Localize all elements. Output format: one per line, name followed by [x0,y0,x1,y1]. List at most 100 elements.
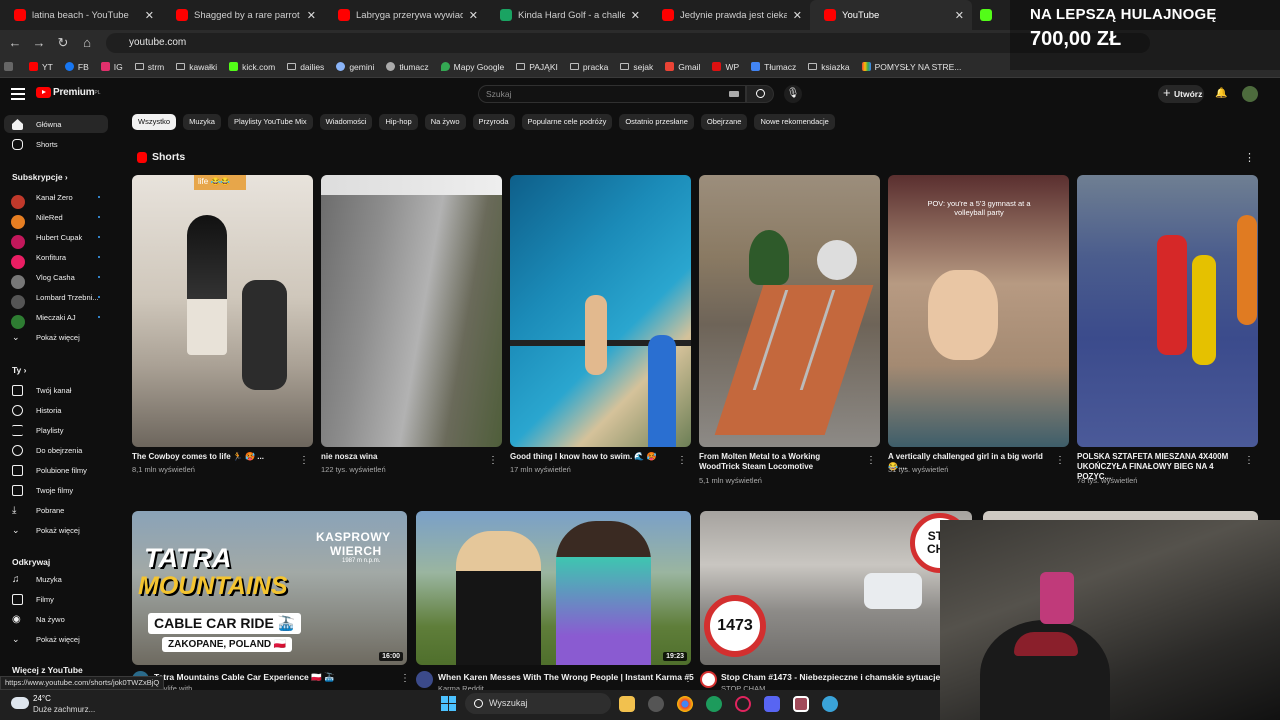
browser-icon[interactable] [706,696,722,712]
chip[interactable]: Wiadomości [319,114,373,130]
url-field[interactable]: youtube.com [106,33,1150,53]
weather-desc[interactable]: Duże zachmurz... [33,705,95,714]
bookmark-translate[interactable]: Tłumacz [751,62,796,72]
bookmark-translate[interactable]: tłumacz [386,62,429,72]
sidebar-subscription[interactable]: Kanał Zero [4,188,108,209]
bookmark-kick[interactable]: kick.com [229,62,275,72]
more-options-icon[interactable]: ⋮ [1244,455,1254,466]
more-options-icon[interactable]: ⋮ [866,455,876,466]
opera-icon[interactable] [735,696,751,712]
you-header[interactable]: Ty › [12,365,27,375]
chrome-icon[interactable] [677,696,693,712]
short-title[interactable]: nie nosza wina [321,452,481,462]
video-title[interactable]: Stop Cham #1473 - Niebezpieczne i chamsk… [721,672,940,682]
close-tab-icon[interactable]: ✕ [145,9,154,22]
browser-tab[interactable]: latina beach - YouTube ✕ [0,0,162,30]
bell-icon[interactable]: 🔔 [1215,88,1227,100]
chip-all[interactable]: Wszystko [132,114,177,130]
more-options-icon[interactable]: ⋮ [1055,455,1065,466]
chip[interactable]: Popularne cele podróży [521,114,613,130]
browser-tab[interactable]: Kinda Hard Golf - a challenging✕ [486,0,648,30]
more-options-icon[interactable]: ⋮ [1244,151,1255,164]
sidebar-subscription[interactable]: Konfitura [4,248,108,269]
bookmark-ideas[interactable]: POMYSŁY NA STRE... [861,62,961,72]
channel-avatar[interactable] [700,671,717,688]
close-tab-icon[interactable]: ✕ [793,9,802,22]
browser-tab[interactable]: Jedynie prawda jest ciekawa. -✕ [648,0,810,30]
short-thumbnail[interactable] [321,175,502,447]
globe-icon[interactable] [822,696,838,712]
sidebar-item-your-videos[interactable]: Twoje filmy [4,481,108,499]
sidebar-item-liked[interactable]: Polubione filmy [4,461,108,479]
chip[interactable]: Na żywo [424,114,466,130]
sidebar-item-shorts[interactable]: Shorts [4,135,108,153]
apps-icon[interactable] [4,62,17,71]
bookmark-folder[interactable]: ksiazka [808,62,850,72]
sidebar-item-playlists[interactable]: Playlisty [4,421,108,439]
avatar[interactable] [1242,86,1258,102]
channel-avatar[interactable] [416,671,433,688]
video-title[interactable]: Tatra Mountains Cable Car Experience 🇵🇱 … [154,672,335,683]
more-options-icon[interactable]: ⋮ [299,455,309,466]
sidebar-item-music[interactable]: ♫ Muzyka [4,570,108,588]
cloud-icon[interactable] [11,697,29,709]
more-options-icon[interactable]: ⋮ [488,455,498,466]
show-more-you[interactable]: ⌄ Pokaż więcej [4,521,108,539]
bookmark-gmail[interactable]: Gmail [665,62,700,72]
chip[interactable]: Przyroda [472,114,515,130]
close-tab-icon[interactable]: ✕ [307,9,316,22]
browser-tab-active[interactable]: YouTube ✕ [810,0,972,30]
chip[interactable]: Playlisty YouTube Mix [227,114,313,130]
sidebar-item-watch-later[interactable]: Do obejrzenia [4,441,108,459]
sidebar-item-home[interactable]: Główna [4,115,108,133]
sidebar-item-movies[interactable]: Filmy [4,590,108,608]
video-title[interactable]: When Karen Messes With The Wrong People … [438,672,694,682]
close-tab-icon[interactable]: ✕ [469,9,478,22]
menu-icon[interactable] [11,88,25,100]
short-thumbnail[interactable]: POV: you're a 5'3 gymnast at a volleybal… [888,175,1069,447]
sidebar-subscription[interactable]: Lombard Trzebni... [4,288,108,309]
home-icon[interactable]: ⌂ [79,35,95,51]
close-tab-icon[interactable]: ✕ [631,9,640,22]
forward-icon[interactable]: → [31,35,47,51]
youtube-logo[interactable]: Premium PL [36,87,101,98]
search-input[interactable]: Szukaj [478,85,746,103]
bookmark-maps[interactable]: Mapy Google [440,62,504,72]
sidebar-item-your-channel[interactable]: Twój kanał [4,381,108,399]
short-title[interactable]: From Molten Metal to a Working WoodTrick… [699,452,859,472]
sidebar-item-live[interactable]: ◉ Na żywo [4,610,108,628]
more-options-icon[interactable]: ⋮ [683,673,693,684]
short-thumbnail[interactable] [510,175,691,447]
video-thumbnail[interactable]: TATRA MOUNTAINS CABLE CAR RIDE 🚠 ZAKOPAN… [132,511,407,665]
back-icon[interactable]: ← [7,35,23,51]
subscriptions-header[interactable]: Subskrypcje › [12,172,68,182]
bookmark-yt[interactable]: YT [29,62,53,72]
show-more-subscriptions[interactable]: ⌄ Pokaż więcej [4,328,108,346]
chip[interactable]: Hip-hop [379,114,418,130]
chip[interactable]: Obejrzane [700,114,748,130]
sidebar-subscription[interactable]: Vlog Casha [4,268,108,289]
app-icon[interactable] [648,696,664,712]
browser-tab[interactable] [972,0,1002,30]
short-thumbnail[interactable] [1077,175,1258,447]
bookmark-fb[interactable]: FB [64,62,89,72]
bookmark-folder[interactable]: kawałki [176,62,217,72]
bookmark-gemini[interactable]: gemini [336,62,374,72]
bookmark-folder[interactable]: dailies [287,62,324,72]
create-button[interactable]: Utwórz [1158,84,1204,103]
short-title[interactable]: Good thing I know how to swim. 🌊 🥵 [510,452,670,462]
sidebar-item-downloads[interactable]: ⤓ Pobrane [4,501,108,519]
chip[interactable]: Muzyka [183,114,221,130]
bookmark-folder[interactable]: pracka [569,62,608,72]
video-thumbnail[interactable]: 1473 STO CHA [700,511,972,665]
discord-icon[interactable] [764,696,780,712]
more-options-icon[interactable]: ⋮ [677,455,687,466]
microphone-icon[interactable]: 🎙 [784,85,802,103]
search-button[interactable] [746,85,774,103]
bookmark-ig[interactable]: IG [100,62,123,72]
browser-tab[interactable]: Shagged by a rare parrot | Last✕ [162,0,324,30]
bookmark-folder[interactable]: sejak [620,62,653,72]
short-thumbnail[interactable]: life 😂😂 [132,175,313,447]
short-thumbnail[interactable] [699,175,880,447]
bookmark-folder[interactable]: PAJĄKI [516,62,558,72]
